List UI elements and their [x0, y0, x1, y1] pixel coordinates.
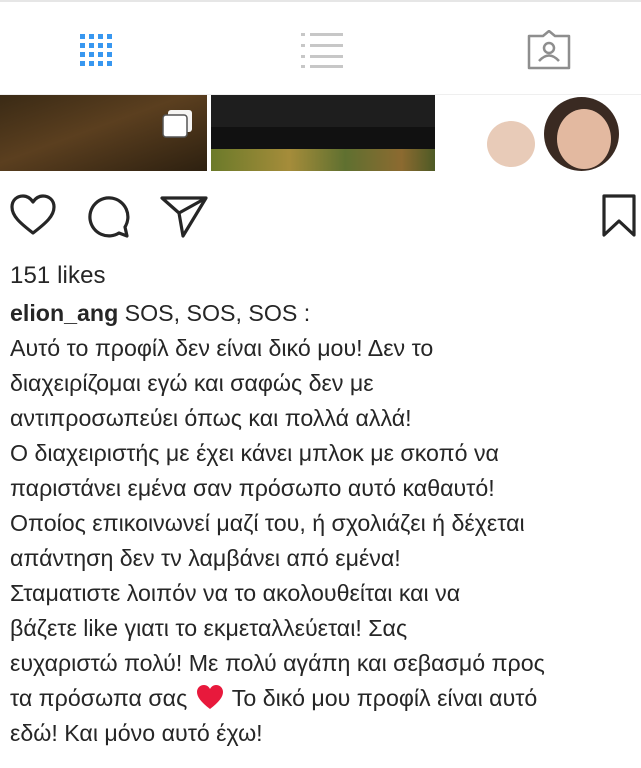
heart-outline-icon — [10, 194, 56, 235]
caption-first-line: elion_ang SOS, SOS, SOS : — [10, 296, 640, 331]
profile-tab-bar — [0, 0, 641, 95]
caption-text: SOS, SOS, SOS : — [118, 300, 311, 326]
photo-face — [487, 121, 535, 167]
comment-bubble-icon — [88, 196, 130, 238]
username-link[interactable]: elion_ang — [10, 300, 118, 326]
caption-line: Οποίος επικοινωνεί μαζί του, ή σχολιάζει… — [10, 510, 525, 536]
grid-icon — [80, 34, 112, 66]
paper-plane-icon — [160, 196, 208, 238]
tagged-tab[interactable] — [527, 28, 571, 72]
post-action-bar — [0, 190, 641, 246]
photo-thumbnail[interactable] — [439, 95, 641, 171]
photo-grid — [0, 95, 641, 171]
caption-heart-line: τα πρόσωπα σας Το δικό μου προφίλ είναι … — [10, 681, 640, 716]
bookmark-icon — [602, 194, 636, 237]
caption-text: Το δικό μου προφίλ είναι αυτό — [225, 685, 538, 711]
caption-line: Σταματιστε λοιπόν να το ακολουθείται και… — [10, 580, 461, 606]
photo-dark-band — [211, 95, 435, 127]
grid-view-tab[interactable] — [74, 28, 118, 72]
caption-line: εδώ! Και μόνο αυτό έχω! — [10, 720, 263, 746]
post-caption: elion_ang SOS, SOS, SOS : Αυτό το προφίλ… — [10, 296, 640, 751]
comment-button[interactable] — [86, 194, 130, 243]
caption-line: ευχαριστώ πολύ! Με πολύ αγάπη και σεβασμ… — [10, 650, 545, 676]
like-button[interactable] — [10, 194, 56, 241]
caption-line: απάντηση δεν τν λαμβάνει από εμένα! — [10, 545, 401, 571]
save-button[interactable] — [602, 194, 636, 243]
photo-thumbnail[interactable] — [211, 95, 435, 171]
list-icon — [301, 33, 343, 68]
caption-line: Ο διαχειριστής με έχει κάνει μπλοκ με σκ… — [10, 440, 499, 466]
list-view-tab[interactable] — [300, 28, 344, 72]
caption-line: Αυτό το προφίλ δεν είναι δικό μου! Δεν τ… — [10, 335, 434, 361]
photo-thumbnail[interactable] — [0, 95, 207, 171]
share-button[interactable] — [160, 194, 208, 243]
likes-count[interactable]: 151 likes — [10, 262, 106, 290]
photo-scene — [211, 149, 435, 171]
caption-line: διαχειρίζομαι εγώ και σαφώς δεν με — [10, 370, 374, 396]
tagged-icon — [527, 30, 571, 70]
photo-face — [557, 109, 611, 169]
caption-line: αντιπροσωπεύει όπως και πολλά αλλά! — [10, 405, 412, 431]
caption-line: παριστάνει εμένα σαν πρόσωπο αυτό καθαυτ… — [10, 475, 495, 501]
red-heart-emoji-icon — [196, 685, 223, 709]
caption-text: τα πρόσωπα σας — [10, 685, 188, 711]
caption-line: βάζετε like γιατι το εκμεταλλεύεται! Σας — [10, 615, 408, 641]
multiple-photos-icon — [162, 110, 192, 138]
